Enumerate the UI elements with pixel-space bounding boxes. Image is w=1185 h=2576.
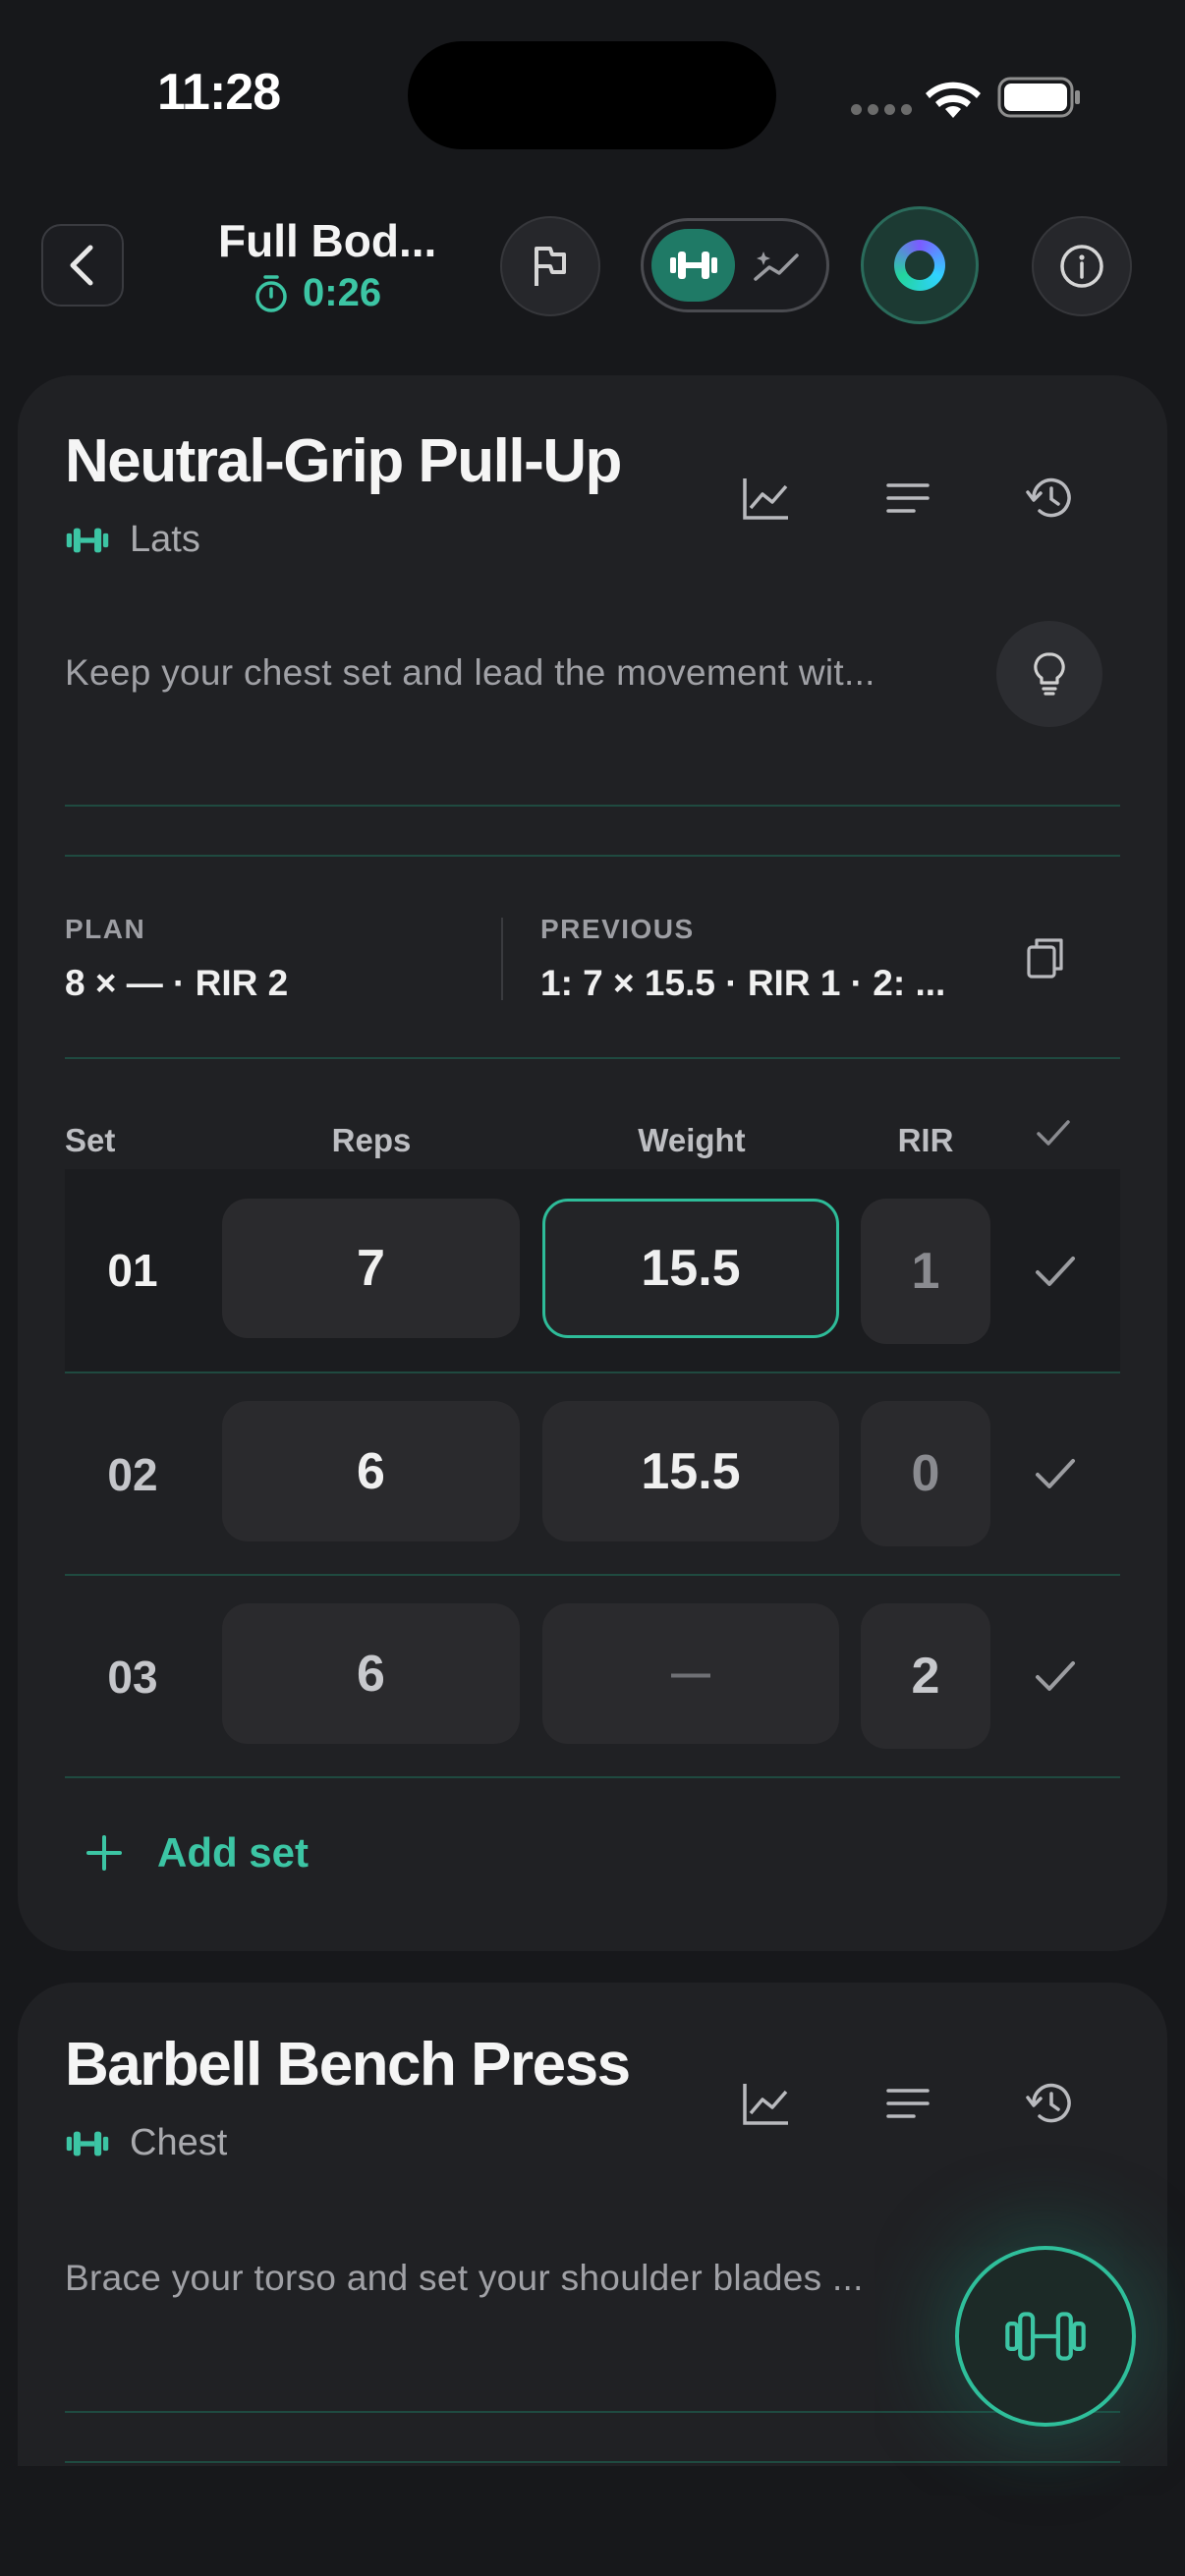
- notes-icon: [886, 2089, 930, 2118]
- workout-timer: 0:26: [254, 271, 381, 315]
- ai-coach-button[interactable]: [861, 206, 979, 324]
- history-icon: [1026, 2083, 1071, 2123]
- workout-mode-option[interactable]: [651, 229, 735, 302]
- finish-flag-button[interactable]: [500, 216, 600, 316]
- weight-input[interactable]: —: [542, 1603, 839, 1744]
- exercise-title: Neutral-Grip Pull-Up: [65, 427, 622, 495]
- divider: [65, 2411, 1120, 2413]
- divider: [65, 1574, 1120, 1576]
- check-icon: [1036, 1459, 1075, 1488]
- cellular-signal-icon: [851, 104, 912, 115]
- progress-chart-button[interactable]: [727, 2064, 806, 2143]
- set-number: 01: [107, 1245, 158, 1296]
- info-icon: [1060, 245, 1103, 288]
- weight-input[interactable]: 15.5: [542, 1401, 839, 1541]
- dumbbell-icon: [66, 2131, 109, 2156]
- status-time: 11:28: [157, 64, 281, 121]
- muscle-label: Lats: [130, 519, 200, 560]
- divider: [65, 855, 1120, 857]
- muscle-group: Chest: [65, 2122, 227, 2164]
- complete-set-toggle[interactable]: [1016, 1434, 1095, 1513]
- divider: [65, 805, 1120, 807]
- previous-label: PREVIOUS: [540, 914, 695, 944]
- battery-icon: [997, 77, 1082, 123]
- column-weight: Weight: [638, 1122, 746, 1158]
- set-number: 03: [107, 1652, 158, 1703]
- rir-input[interactable]: 0: [861, 1401, 990, 1546]
- add-set-label: Add set: [157, 1829, 310, 1876]
- column-set: Set: [65, 1122, 116, 1158]
- stopwatch-icon: [255, 274, 287, 312]
- column-reps: Reps: [331, 1122, 412, 1158]
- copy-previous-button[interactable]: [1006, 919, 1085, 997]
- timer-value: 0:26: [303, 271, 382, 314]
- rir-input[interactable]: 1: [861, 1199, 990, 1344]
- sparkle-chart-icon: [753, 252, 799, 281]
- dumbbell-icon: [66, 528, 109, 552]
- copy-icon: [1027, 938, 1063, 979]
- set-number: 02: [107, 1449, 158, 1500]
- dumbbell-icon: [1005, 2312, 1086, 2361]
- bottom-fade: [0, 2466, 1185, 2576]
- dumbbell-icon: [669, 252, 717, 279]
- exercise-description: Keep your chest set and lead the movemen…: [65, 652, 875, 693]
- floating-workout-button[interactable]: [955, 2246, 1136, 2427]
- complete-set-toggle[interactable]: [1016, 1637, 1095, 1715]
- wifi-icon: [924, 75, 983, 125]
- progress-chart-button[interactable]: [727, 459, 806, 537]
- history-button[interactable]: [1010, 2064, 1089, 2143]
- workout-title: Full Bod...: [218, 215, 437, 266]
- exercise-title: Barbell Bench Press: [65, 2031, 631, 2099]
- divider: [65, 1057, 1120, 1059]
- lightbulb-icon: [1034, 652, 1065, 696]
- back-button[interactable]: [41, 224, 124, 307]
- flag-icon: [535, 247, 566, 286]
- reps-input[interactable]: 6: [222, 1401, 520, 1541]
- divider: [65, 1372, 1120, 1373]
- previous-value: 1: 7 × 15.5 · RIR 1 · 2: ...: [540, 963, 946, 1003]
- mode-toggle[interactable]: [641, 218, 829, 312]
- plus-icon: [86, 1835, 122, 1871]
- rir-input[interactable]: 2: [861, 1603, 990, 1749]
- chevron-left-icon: [70, 245, 93, 286]
- notes-button[interactable]: [869, 2064, 947, 2143]
- column-rir: RIR: [897, 1122, 954, 1158]
- divider: [501, 918, 503, 1000]
- reps-input[interactable]: 6: [222, 1603, 520, 1744]
- history-icon: [1026, 477, 1071, 518]
- complete-set-toggle[interactable]: [1016, 1232, 1095, 1311]
- exercise-description: Brace your torso and set your shoulder b…: [65, 2258, 864, 2298]
- ai-ring-icon: [894, 240, 945, 291]
- analytics-mode-option[interactable]: [735, 229, 818, 302]
- dynamic-island: [408, 41, 776, 149]
- plan-value: 8 × — · RIR 2: [65, 963, 289, 1003]
- divider: [65, 2461, 1120, 2463]
- history-button[interactable]: [1010, 459, 1089, 537]
- check-icon: [1034, 1116, 1073, 1154]
- chart-icon: [743, 478, 788, 520]
- add-set-button[interactable]: Add set: [85, 1829, 309, 1876]
- divider: [65, 1776, 1120, 1778]
- chart-icon: [743, 2084, 788, 2125]
- muscle-label: Chest: [130, 2122, 228, 2163]
- notes-button[interactable]: [869, 459, 947, 537]
- weight-input[interactable]: 15.5: [542, 1199, 839, 1338]
- info-button[interactable]: [1032, 216, 1132, 316]
- check-icon: [1036, 1257, 1075, 1286]
- reps-input[interactable]: 7: [222, 1199, 520, 1338]
- muscle-group: Lats: [65, 519, 200, 561]
- tips-button[interactable]: [996, 621, 1102, 727]
- plan-label: PLAN: [65, 914, 146, 944]
- notes-icon: [886, 483, 930, 513]
- check-icon: [1036, 1661, 1075, 1691]
